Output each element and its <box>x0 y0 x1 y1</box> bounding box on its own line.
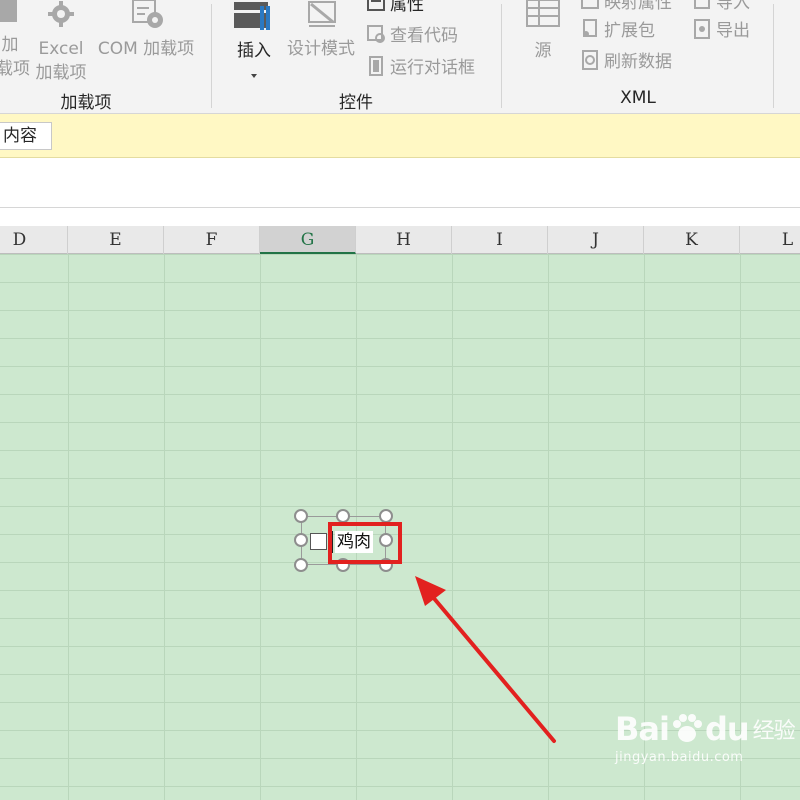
run-dialog-icon <box>369 55 383 76</box>
controls-group-label: 控件 <box>339 93 373 113</box>
addins-partial-button[interactable]: 加 载项 <box>0 0 30 81</box>
xml-source-label: 源 <box>534 41 552 61</box>
export-label: 导出 <box>716 21 750 41</box>
refresh-data-label: 刷新数据 <box>604 52 672 72</box>
map-properties-button[interactable]: 映射属性 <box>580 0 672 13</box>
watermark-logo-text: Bai <box>615 710 670 748</box>
properties-label: 属性 <box>390 0 424 15</box>
dropdown-arrow-icon <box>251 74 257 78</box>
import-button[interactable]: 导入 <box>692 0 750 13</box>
run-dialog-button[interactable]: 运行对话框 <box>366 53 475 78</box>
view-code-label: 查看代码 <box>390 26 458 46</box>
refresh-data-button[interactable]: 刷新数据 <box>580 47 672 72</box>
baidu-watermark: Bai du 经验 jingyan.baidu.com <box>615 710 796 765</box>
expansion-pack-button[interactable]: 扩展包 <box>580 16 655 41</box>
design-mode-button[interactable]: 设计模式 <box>283 0 359 61</box>
expansion-pack-label: 扩展包 <box>604 21 655 41</box>
resize-handle-top-left[interactable] <box>294 509 308 523</box>
column-header-k[interactable]: K <box>644 226 740 254</box>
formula-bar-gap <box>0 208 800 226</box>
column-header-l[interactable]: L <box>740 226 800 254</box>
design-mode-icon <box>308 1 336 27</box>
column-headers: D E F G H I J K L <box>0 226 800 254</box>
addins-group-label: 加载项 <box>60 93 112 113</box>
excel-addins-line2: 加载项 <box>35 63 87 83</box>
expansion-pack-icon <box>583 18 597 37</box>
column-header-h[interactable]: H <box>356 226 452 254</box>
excel-addins-button[interactable]: Excel 加载项 <box>30 0 92 85</box>
toolbox-icon <box>234 2 270 30</box>
xml-group-label: XML <box>620 88 656 108</box>
column-header-d[interactable]: D <box>0 226 68 254</box>
highlight-box <box>328 522 402 564</box>
message-bar: 内容 <box>0 114 800 158</box>
view-code-button[interactable]: 查看代码 <box>366 21 458 46</box>
column-header-j[interactable]: J <box>548 226 644 254</box>
insert-control-button[interactable]: 插入 <box>228 0 280 87</box>
com-addins-icon <box>132 0 163 28</box>
map-properties-icon <box>581 0 599 9</box>
enable-content-button[interactable]: 内容 <box>0 122 52 150</box>
view-code-icon <box>367 24 385 43</box>
map-properties-label: 映射属性 <box>604 0 672 13</box>
gear-icon <box>48 1 74 27</box>
group-separator <box>501 4 502 108</box>
insert-label: 插入 <box>237 41 271 61</box>
column-header-g[interactable]: G <box>260 226 356 254</box>
import-icon <box>694 0 710 9</box>
addins-partial-line1: 加 <box>1 35 19 55</box>
paw-icon <box>672 714 702 742</box>
addins-icon <box>0 0 17 22</box>
column-header-e[interactable]: E <box>68 226 164 254</box>
watermark-logo-text2: du <box>704 710 750 748</box>
import-label: 导入 <box>716 0 750 13</box>
column-header-i[interactable]: I <box>452 226 548 254</box>
properties-icon <box>367 0 385 11</box>
export-icon <box>694 18 710 39</box>
export-button[interactable]: 导出 <box>692 16 750 41</box>
group-separator <box>211 4 212 108</box>
resize-handle-top-right[interactable] <box>379 509 393 523</box>
excel-addins-line1: Excel <box>38 39 84 59</box>
com-addins-label: COM 加载项 <box>97 39 195 59</box>
watermark-logo-cn: 经验 <box>752 719 796 744</box>
group-separator <box>773 4 774 108</box>
addins-partial-line2: 载项 <box>0 59 30 79</box>
ribbon: 加 载项 Excel 加载项 COM 加载项 加载项 插入 设计模式 属性 查看… <box>0 0 800 114</box>
checkbox-square[interactable] <box>310 533 327 550</box>
xml-source-button[interactable]: 源 <box>520 0 566 63</box>
properties-button[interactable]: 属性 <box>366 0 424 15</box>
formula-bar[interactable] <box>0 158 800 208</box>
xml-source-icon <box>526 0 560 27</box>
resize-handle-left[interactable] <box>294 533 308 547</box>
resize-handle-bottom-left[interactable] <box>294 558 308 572</box>
resize-handle-top[interactable] <box>336 509 350 523</box>
column-header-f[interactable]: F <box>164 226 260 254</box>
watermark-url: jingyan.baidu.com <box>615 750 744 765</box>
run-dialog-label: 运行对话框 <box>390 58 475 78</box>
baidu-logo: Bai du 经验 <box>615 710 796 748</box>
refresh-data-icon <box>582 49 598 70</box>
design-mode-label: 设计模式 <box>287 39 355 59</box>
com-addins-button[interactable]: COM 加载项 <box>92 0 200 61</box>
